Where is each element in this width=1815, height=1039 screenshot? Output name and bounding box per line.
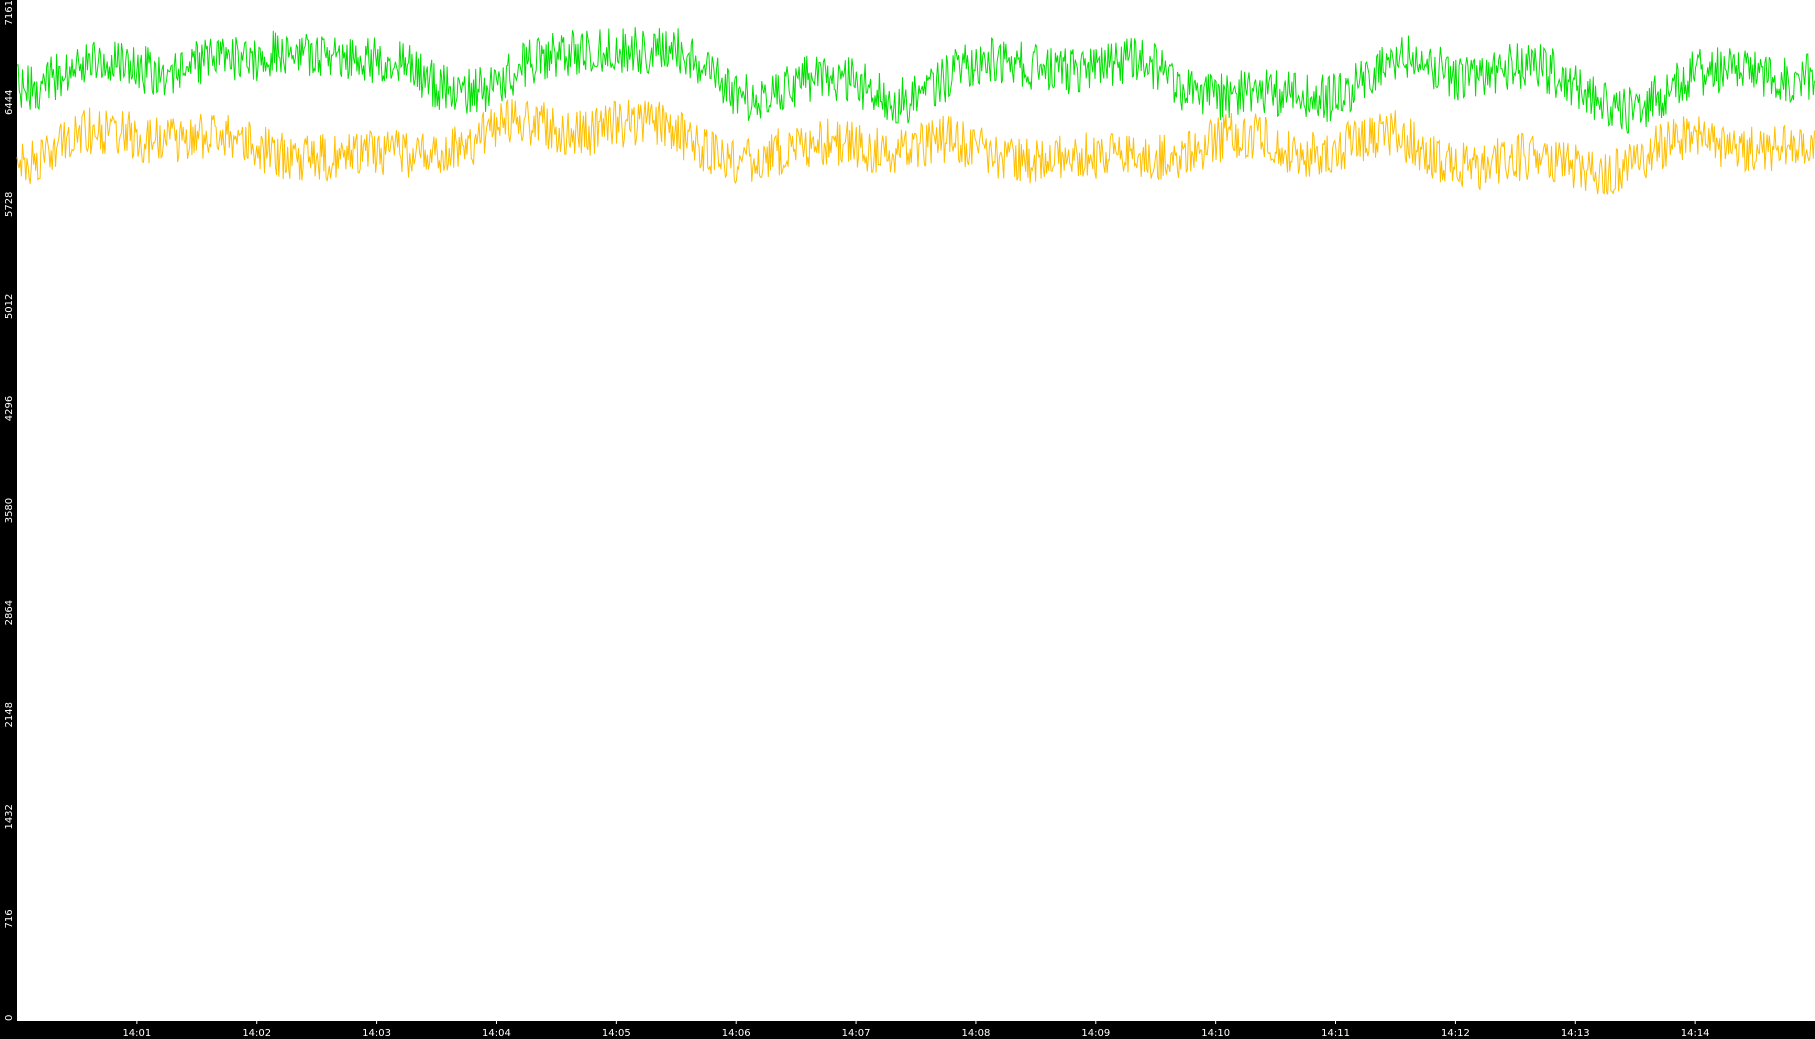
x-tick-label: 14:07 [842, 1028, 871, 1039]
y-tick-label: 2148 [4, 702, 15, 727]
x-tick-label: 14:08 [962, 1028, 991, 1039]
x-tick-label: 14:01 [122, 1028, 151, 1039]
x-tick-label: 14:05 [602, 1028, 631, 1039]
x-axis: 14:01 14:02 14:03 14:04 14:05 14:06 14:07 14:08… [122, 1021, 1710, 1039]
x-tick-label: 14:14 [1681, 1028, 1710, 1039]
x-tick-label: 14:09 [1081, 1028, 1110, 1039]
y-tick-label: 5728 [4, 192, 15, 217]
x-tick-label: 14:06 [722, 1028, 751, 1039]
x-tick-label: 14:04 [482, 1028, 511, 1039]
chart-svg: 14:01 14:02 14:03 14:04 14:05 14:06 14:07 14:08… [4, 0, 1815, 1039]
x-tick-label: 14:03 [362, 1028, 391, 1039]
y-tick-label: 3580 [4, 498, 15, 523]
y-tick-label: 5012 [4, 294, 15, 319]
plot-area [17, 0, 1815, 1021]
x-tick-label: 14:12 [1441, 1028, 1470, 1039]
x-tick-label: 14:13 [1561, 1028, 1590, 1039]
y-tick-label: 2864 [4, 600, 15, 625]
y-tick-label: 716 [4, 909, 15, 928]
x-tick-label: 14:11 [1321, 1028, 1350, 1039]
y-tick-label: 6444 [4, 90, 15, 115]
y-axis: 0 716 1432 2148 2864 3580 4296 5012 5728 6444 7161 [4, 0, 15, 1021]
y-tick-label: 7161 [4, 0, 15, 25]
x-tick-label: 14:02 [242, 1028, 271, 1039]
line-chart: 14:01 14:02 14:03 14:04 14:05 14:06 14:07 14:08… [0, 0, 1815, 1039]
y-tick-label: 0 [4, 1015, 15, 1021]
y-tick-label: 4296 [4, 396, 15, 421]
x-tick-label: 14:10 [1201, 1028, 1230, 1039]
y-tick-label: 1432 [4, 804, 15, 829]
